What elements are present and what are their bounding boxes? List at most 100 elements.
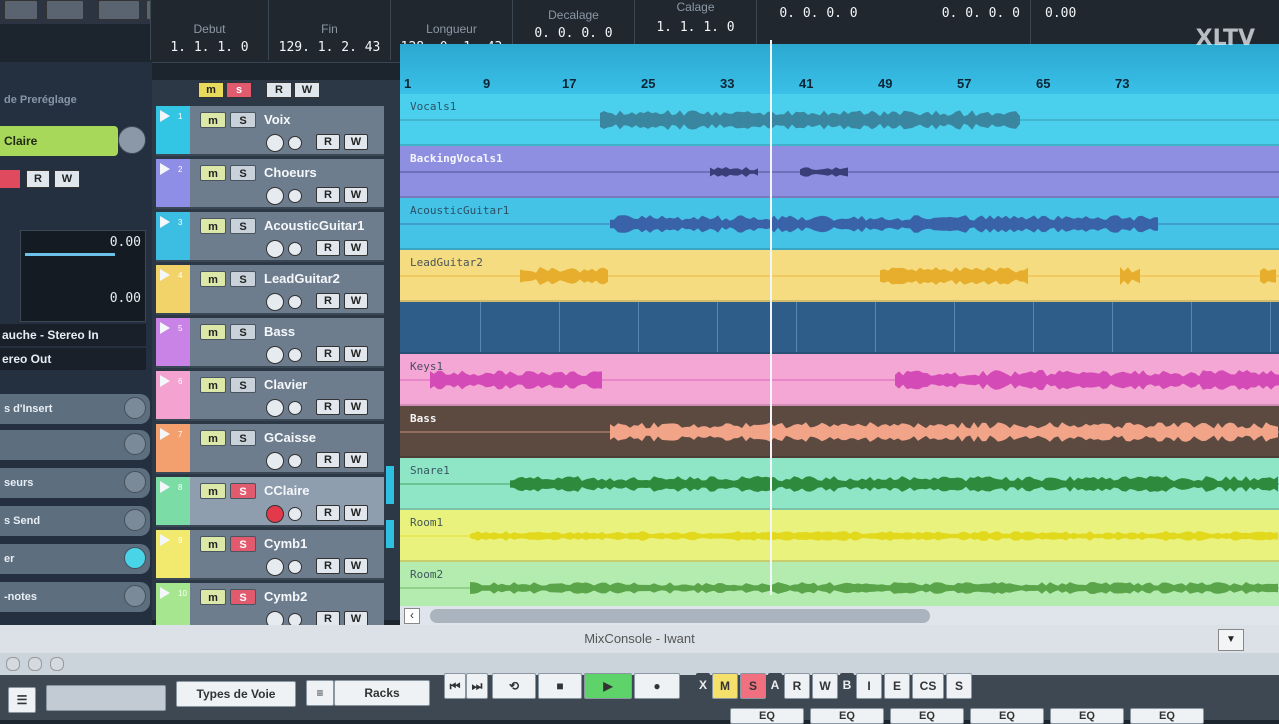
config-select[interactable] xyxy=(46,685,166,711)
track-name-field[interactable]: Claire xyxy=(0,126,118,156)
track-select-icon[interactable] xyxy=(160,534,170,546)
edit-channel-button[interactable] xyxy=(118,126,146,154)
minimize-window-icon[interactable] xyxy=(28,657,42,671)
solo-button[interactable]: S xyxy=(230,536,256,552)
scrollbar-thumb[interactable] xyxy=(430,609,930,623)
solo-button[interactable]: S xyxy=(230,165,256,181)
track-select-icon[interactable] xyxy=(160,481,170,493)
eq-button[interactable]: EQ xyxy=(1050,708,1124,724)
track-select-icon[interactable] xyxy=(160,428,170,440)
track-color-strip[interactable]: 3 xyxy=(156,212,190,260)
read-automation-button[interactable]: R xyxy=(316,505,340,521)
mix-flag-button[interactable]: S xyxy=(946,673,972,699)
track-color-strip[interactable]: 10 xyxy=(156,583,190,631)
output-routing[interactable]: ereo Out xyxy=(0,348,146,370)
solo-button[interactable]: S xyxy=(230,377,256,393)
equalizers-toggle-icon[interactable] xyxy=(124,471,146,493)
track-name[interactable]: Bass xyxy=(264,324,295,339)
start-field[interactable]: Debut 1. 1. 1. 0 xyxy=(150,0,268,60)
track-row[interactable]: 6 m S Clavier R W xyxy=(156,371,384,421)
zoom-window-icon[interactable] xyxy=(50,657,64,671)
mute-button[interactable]: m xyxy=(200,589,226,605)
track-row[interactable]: 9 m S Cymb1 R W xyxy=(156,530,384,580)
eq-section[interactable] xyxy=(0,430,150,460)
track-row[interactable]: 7 m S GCaisse R W xyxy=(156,424,384,474)
write-automation-button[interactable]: W xyxy=(344,134,368,150)
mix-flag-button[interactable]: S xyxy=(740,673,766,699)
track-color-strip[interactable]: 8 xyxy=(156,477,190,525)
goto-start-icon[interactable]: ⏮ xyxy=(444,673,466,699)
solo-button[interactable]: S xyxy=(230,589,256,605)
read-automation-button[interactable]: R xyxy=(316,399,340,415)
monitor-icon[interactable] xyxy=(288,401,302,415)
mute-button[interactable]: m xyxy=(200,377,226,393)
goto-start-button[interactable] xyxy=(98,0,140,20)
write-automation-button[interactable]: W xyxy=(344,346,368,362)
toolbar-button[interactable] xyxy=(46,0,84,20)
monitor-icon[interactable] xyxy=(288,136,302,150)
record-enable-icon[interactable] xyxy=(266,240,284,258)
track-color-strip[interactable]: 2 xyxy=(156,159,190,207)
write-automation-button[interactable]: W xyxy=(344,399,368,415)
eq-button[interactable]: EQ xyxy=(1130,708,1204,724)
write-automation-button[interactable]: W xyxy=(344,505,368,521)
record-enable-icon[interactable] xyxy=(266,558,284,576)
track-select-icon[interactable] xyxy=(160,269,170,281)
track-select-icon[interactable] xyxy=(160,163,170,175)
mix-flag-button[interactable]: B xyxy=(840,673,854,699)
solo-button[interactable]: S xyxy=(230,430,256,446)
read-automation-button[interactable]: R xyxy=(316,346,340,362)
inspector-write-button[interactable]: W xyxy=(54,170,80,188)
input-routing[interactable]: auche - Stereo In xyxy=(0,324,146,346)
global-mute-button[interactable]: m xyxy=(198,82,224,98)
track-color-strip[interactable]: 6 xyxy=(156,371,190,419)
record-enable-icon[interactable] xyxy=(266,505,284,523)
track-color-strip[interactable]: 7 xyxy=(156,424,190,472)
track-color-strip[interactable]: 9 xyxy=(156,530,190,578)
scroll-left-icon[interactable]: ‹ xyxy=(404,608,420,624)
monitor-icon[interactable] xyxy=(288,454,302,468)
eq-button[interactable]: EQ xyxy=(810,708,884,724)
track-name[interactable]: Voix xyxy=(264,112,291,127)
mute-button[interactable]: m xyxy=(200,483,226,499)
chevron-down-icon[interactable]: ▼ xyxy=(1218,629,1244,651)
solo-button[interactable]: S xyxy=(230,271,256,287)
horizontal-scrollbar[interactable]: ‹ xyxy=(400,606,1279,626)
mix-flag-button[interactable]: M xyxy=(712,673,738,699)
notes-section[interactable]: -notes xyxy=(0,582,150,612)
mix-flag-button[interactable]: A xyxy=(768,673,782,699)
track-select-icon[interactable] xyxy=(160,322,170,334)
mix-flag-button[interactable]: E xyxy=(884,673,910,699)
record-enable-icon[interactable] xyxy=(266,293,284,311)
track-select-icon[interactable] xyxy=(160,216,170,228)
read-automation-button[interactable]: R xyxy=(316,293,340,309)
goto-end-icon[interactable]: ⏭ xyxy=(466,673,488,699)
write-automation-button[interactable]: W xyxy=(344,293,368,309)
global-read-button[interactable]: R xyxy=(266,82,292,98)
track-name[interactable]: Clavier xyxy=(264,377,307,392)
read-automation-button[interactable]: R xyxy=(316,134,340,150)
track-name[interactable]: AcousticGuitar1 xyxy=(264,218,364,233)
inspector-solo-button[interactable] xyxy=(0,170,20,188)
track-color-strip[interactable]: 1 xyxy=(156,106,190,154)
track-select-icon[interactable] xyxy=(160,587,170,599)
mute-button[interactable]: m xyxy=(200,324,226,340)
stop-icon[interactable]: ■ xyxy=(538,673,582,699)
solo-button[interactable]: S xyxy=(230,483,256,499)
monitor-icon[interactable] xyxy=(288,507,302,521)
record-enable-icon[interactable] xyxy=(266,452,284,470)
mute-button[interactable]: m xyxy=(200,271,226,287)
menu-icon[interactable]: ≡ xyxy=(306,680,334,706)
track-name[interactable]: Cymb1 xyxy=(264,536,307,551)
track-row[interactable]: 1 m S Voix R W xyxy=(156,106,384,156)
inspector-read-button[interactable]: R xyxy=(26,170,50,188)
monitor-icon[interactable] xyxy=(288,560,302,574)
play-icon[interactable]: ▶ xyxy=(584,673,632,699)
write-automation-button[interactable]: W xyxy=(344,240,368,256)
mute-button[interactable]: m xyxy=(200,536,226,552)
record-enable-icon[interactable] xyxy=(266,399,284,417)
track-name[interactable]: Cymb2 xyxy=(264,589,307,604)
mix-flag-button[interactable]: I xyxy=(856,673,882,699)
write-automation-button[interactable]: W xyxy=(344,558,368,574)
track-select-icon[interactable] xyxy=(160,110,170,122)
